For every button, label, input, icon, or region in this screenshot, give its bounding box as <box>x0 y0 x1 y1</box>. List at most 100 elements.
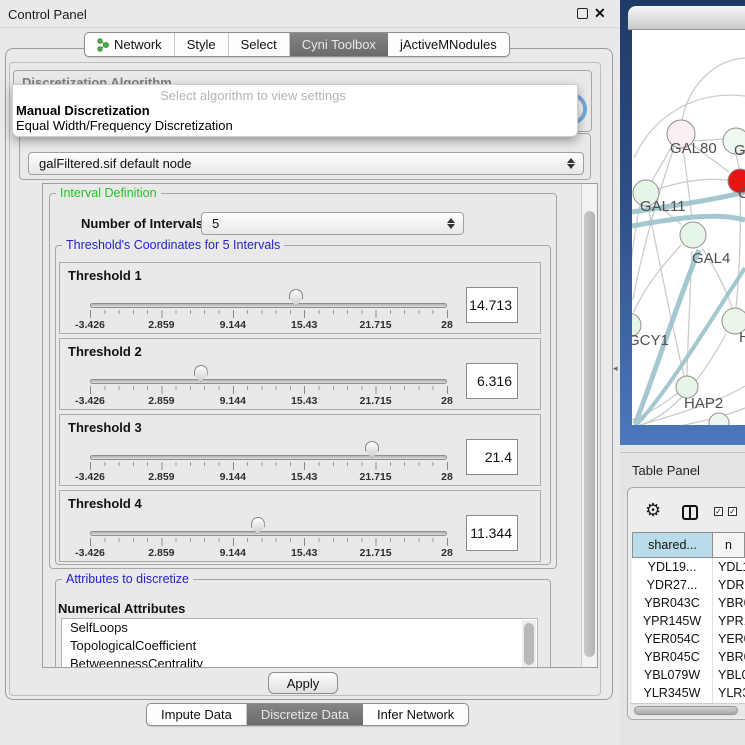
threshold-4-value-field[interactable]: 11.344 <box>466 515 518 551</box>
node-attribute-table: shared... n YDL19...YDL1 YDR27...YDR2 YB… <box>632 532 745 703</box>
threshold-4-label: Threshold 4 <box>68 496 142 511</box>
threshold-1-slider: -3.426 2.859 9.144 15.43 21.715 28 <box>90 289 447 333</box>
table-row[interactable]: YLR345WYLR3 <box>632 684 745 702</box>
tick-label: 15.43 <box>291 395 317 407</box>
table-row[interactable]: YDR27...YDR2 <box>632 576 745 594</box>
apply-button[interactable]: Apply <box>268 672 338 694</box>
threshold-4-panel: Threshold 4 -3.426 2.859 9.144 15.43 21.… <box>59 490 541 562</box>
dropdown-option-equal-width[interactable]: Equal Width/Frequency Discretization <box>16 118 233 133</box>
table-panel-title: Table Panel <box>632 463 700 478</box>
list-item[interactable]: BetweennessCentrality <box>62 655 537 668</box>
tick-label: -3.426 <box>75 395 105 407</box>
table-row[interactable]: YBR045CYBR0 <box>632 648 745 666</box>
threshold-2-value-field[interactable]: 6.316 <box>466 363 518 399</box>
thresholds-group-label: Threshold's Coordinates for 5 Intervals <box>62 238 284 253</box>
cell-name[interactable]: YDR2 <box>713 576 745 594</box>
tab-cyni-toolbox[interactable]: Cyni Toolbox <box>290 33 388 56</box>
slider-track[interactable] <box>90 531 447 536</box>
tab-discretize-data[interactable]: Discretize Data <box>247 704 363 725</box>
tick-label: 21.715 <box>360 471 392 483</box>
vertical-scrollbar[interactable] <box>581 184 597 667</box>
network-graph: GAL80 G C GAL11 GAL4 GCY1 H HAP2 <box>632 30 745 425</box>
tab-select[interactable]: Select <box>229 33 290 56</box>
numerical-attributes-label: Numerical Attributes <box>58 601 185 616</box>
table-row[interactable]: YPR145WYPR1 <box>632 612 745 630</box>
list-scrollbar[interactable] <box>522 620 536 668</box>
network-window-titlebar[interactable] <box>628 6 745 30</box>
cell-name[interactable]: YER0 <box>713 630 745 648</box>
dropdown-placeholder: Select algorithm to view settings <box>13 88 493 103</box>
list-item[interactable]: TopologicalCoefficient <box>62 637 537 655</box>
number-of-intervals-combobox[interactable]: 5 <box>201 212 464 235</box>
tick-label: 21.715 <box>360 547 392 559</box>
cell-name[interactable]: YLR3 <box>713 684 745 702</box>
tick-label: 15.43 <box>291 547 317 559</box>
float-window-icon[interactable] <box>577 8 588 19</box>
table-row[interactable]: YER054CYER0 <box>632 630 745 648</box>
tab-network[interactable]: Network <box>85 33 175 56</box>
tick-label: 15.43 <box>291 319 317 331</box>
threshold-3-value-field[interactable]: 21.4 <box>466 439 518 475</box>
cell-shared[interactable]: YDR27... <box>632 576 713 594</box>
stepper-arrows-icon <box>447 217 456 230</box>
settings-scrollpane: Interval Definition Number of Intervals … <box>42 183 598 668</box>
control-panel-titlebar: Control Panel ✕ <box>0 0 620 28</box>
cell-name[interactable]: YBR0 <box>713 648 745 666</box>
vertical-scrollbar-thumb[interactable] <box>584 211 595 657</box>
cell-shared[interactable]: YDL19... <box>632 558 713 576</box>
threshold-1-label: Threshold 1 <box>68 268 142 283</box>
tick-label: 9.144 <box>220 395 246 407</box>
cell-shared[interactable]: YER054C <box>632 630 713 648</box>
tab-infer-network[interactable]: Infer Network <box>363 704 468 725</box>
tab-jactivemnodules[interactable]: jActiveMNodules <box>388 33 509 56</box>
checkbox-icon[interactable]: ✓ <box>714 507 723 516</box>
cell-shared[interactable]: YLR345W <box>632 684 713 702</box>
tick-label: -3.426 <box>75 471 105 483</box>
cell-name[interactable]: YBR0 <box>713 594 745 612</box>
cell-shared[interactable]: YBL079W <box>632 666 713 684</box>
list-scrollbar-thumb[interactable] <box>524 623 534 665</box>
table-row[interactable]: YBL079WYBL0 <box>632 666 745 684</box>
node-label-gal11: GAL11 <box>640 198 686 215</box>
tab-style[interactable]: Style <box>175 33 229 56</box>
cell-name[interactable]: YPR1 <box>713 612 745 630</box>
tick-label: 9.144 <box>220 547 246 559</box>
tick-label: 28 <box>441 547 453 559</box>
cell-name[interactable]: YDL1 <box>713 558 745 576</box>
threshold-4-slider: -3.426 2.859 9.144 15.43 21.715 28 <box>90 517 447 561</box>
close-icon[interactable]: ✕ <box>594 5 606 22</box>
tab-impute-data[interactable]: Impute Data <box>147 704 247 725</box>
column-layout-icon[interactable] <box>682 505 698 520</box>
gear-icon[interactable]: ⚙ <box>645 501 661 519</box>
column-header-shared[interactable]: shared... <box>632 532 713 558</box>
tab-label: Discretize Data <box>261 707 349 722</box>
list-item[interactable]: SelfLoops <box>62 619 537 637</box>
table-row[interactable]: YDL19...YDL1 <box>632 558 745 576</box>
tab-label: Cyni Toolbox <box>302 37 376 52</box>
node-gal4[interactable] <box>680 222 706 248</box>
tick-label: 28 <box>441 395 453 407</box>
cell-name[interactable]: YBL0 <box>713 666 745 684</box>
tab-label: jActiveMNodules <box>400 37 497 52</box>
node-label-partial-h: H <box>739 329 745 346</box>
slider-track[interactable] <box>90 455 447 460</box>
threshold-3-label: Threshold 3 <box>68 420 142 435</box>
table-row[interactable]: YBR043CYBR0 <box>632 594 745 612</box>
panel-divider-arrow[interactable]: ◂ <box>613 363 618 374</box>
table-data-combobox[interactable]: galFiltered.sif default node <box>28 152 584 175</box>
slider-track[interactable] <box>90 379 447 384</box>
tick-label: 28 <box>441 319 453 331</box>
table-header-row: shared... n <box>632 532 745 558</box>
dropdown-option-manual[interactable]: Manual Discretization <box>16 103 150 118</box>
network-canvas[interactable]: GAL80 G C GAL11 GAL4 GCY1 H HAP2 <box>632 30 745 425</box>
cell-shared[interactable]: YBR045C <box>632 648 713 666</box>
checkbox-icon[interactable]: ✓ <box>728 507 737 516</box>
threshold-1-value-field[interactable]: 14.713 <box>466 287 518 323</box>
cell-shared[interactable]: YBR043C <box>632 594 713 612</box>
cell-shared[interactable]: YPR145W <box>632 612 713 630</box>
horizontal-scrollbar-thumb[interactable] <box>634 706 738 715</box>
column-header-name[interactable]: n <box>713 532 745 558</box>
horizontal-scrollbar[interactable] <box>630 703 745 717</box>
slider-track[interactable] <box>90 303 447 308</box>
tick-label: 2.859 <box>148 547 174 559</box>
